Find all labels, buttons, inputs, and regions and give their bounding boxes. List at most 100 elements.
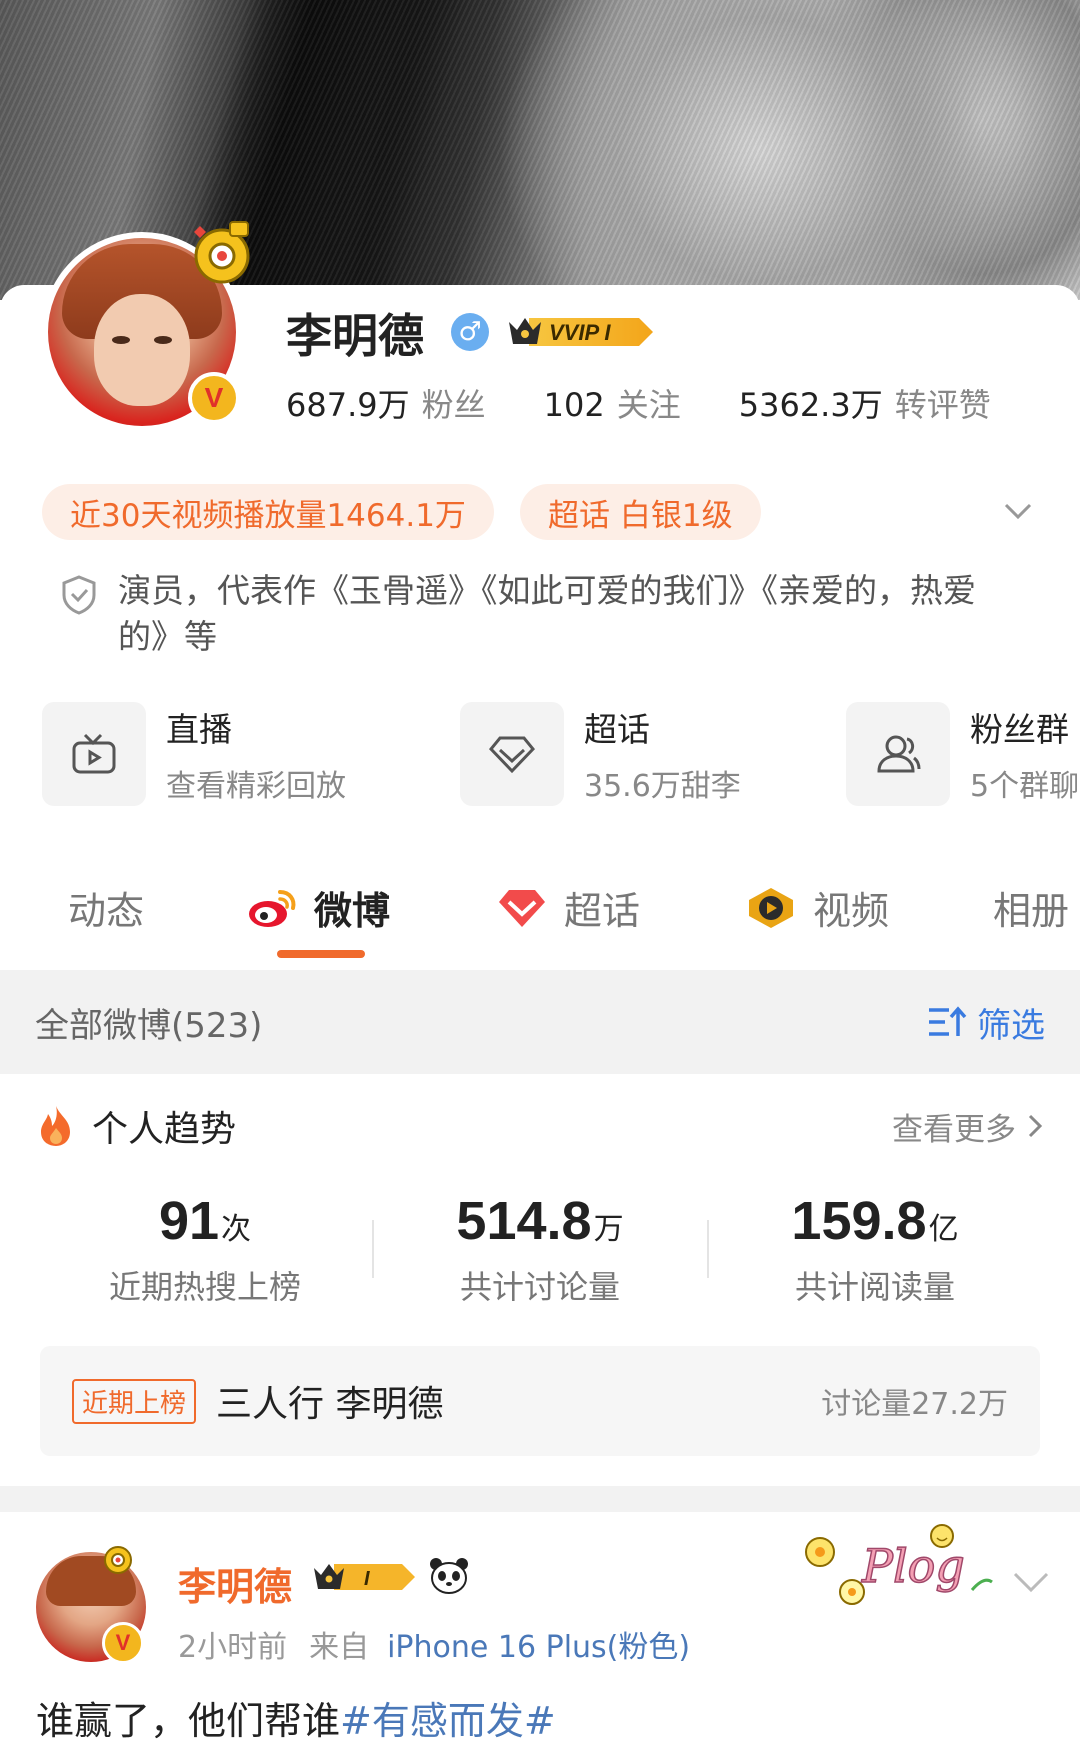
trend-stats: 91次 近期热搜上榜 514.8万 共计讨论量 159.8亿 共计阅读量 [0,1190,1080,1320]
chevron-right-icon [1028,1114,1043,1138]
stat-value: 5362.3万 [738,386,883,424]
trend-stat-label: 近期热搜上榜 [108,1268,301,1306]
topic-level-tag[interactable]: 超话 白银1级 [520,484,761,540]
active-tab-indicator [277,950,365,958]
shortcut-title: 粉丝群 [970,710,1069,749]
vvip-badge-icon[interactable]: VVIP I [507,312,657,352]
filter-label: 筛选 [977,1005,1045,1046]
trend-title: 个人趋势 [36,1100,236,1152]
vip-badge-icon[interactable]: I [312,1558,420,1596]
stat-likes[interactable]: 5362.3万 转评赞 [739,380,991,426]
stat-unit: 万 [593,1213,624,1246]
trend-stat-hot-search[interactable]: 91次 近期热搜上榜 [55,1190,355,1308]
divider [372,1220,374,1278]
profile-tabs: 动态 微博 超话 视频 相册 [0,870,1080,970]
stat-value: 687.9万 [286,386,410,424]
hot-discussion-count: 讨论量27.2万 [821,1387,1008,1422]
shortcut-super-topic[interactable]: 超话 35.6万甜李 [460,702,741,806]
shortcut-icon-box [42,702,146,806]
trend-stat-value: 159.8亿 [725,1190,1025,1252]
profile-bio: 演员，代表作《玉骨遥》《如此可爱的我们》《亲爱的，热爱的》等 [118,571,976,656]
post-meta: 2小时前 来自 iPhone 16 Plus(粉色) [178,1622,690,1666]
shortcut-text: 超话 35.6万甜李 [584,703,741,805]
shortcut-subtitle: 5个群聊 [970,769,1080,804]
avatar-eye [112,336,130,344]
trend-header: 个人趋势 查看更多 [36,1100,1046,1152]
shortcut-text: 粉丝群 5个群聊 [970,703,1079,805]
people-icon [877,735,921,773]
diamond-icon [499,889,545,927]
post-topic-link[interactable]: #有感而发# [340,1699,556,1743]
tab-album[interactable]: 相册 [993,880,1069,935]
stat-label: 粉丝 [421,386,486,424]
tab-label: 超话 [564,889,641,933]
trend-more-label: 查看更多 [892,1111,1016,1148]
tab-label: 相册 [993,889,1070,933]
stat-fans[interactable]: 687.9万 粉丝 [286,380,486,426]
divider [707,1220,709,1278]
post-device[interactable]: iPhone 16 Plus(粉色) [387,1630,690,1665]
shortcut-title: 直播 [166,710,232,749]
fire-icon [41,1106,70,1146]
male-icon: ♂ [451,313,489,351]
hot-topic: 三人行 李明德 [216,1384,444,1425]
trend-more-link[interactable]: 查看更多 [892,1104,1046,1149]
chevron-down-icon[interactable] [1012,1566,1050,1596]
tab-label: 视频 [813,889,890,933]
vip-label: I [364,1568,370,1590]
trend-stat-label: 共计阅读量 [794,1268,955,1306]
shield-icon [62,575,96,615]
tab-label: 动态 [68,889,145,933]
video-icon [749,887,793,928]
filter-button[interactable]: 筛选 [927,998,1045,1047]
stat-following[interactable]: 102 关注 [544,380,681,426]
stat-number: 91 [158,1191,220,1251]
post-source-prefix: 来自 [309,1630,370,1665]
trend-title-text: 个人趋势 [92,1109,237,1150]
weibo-icon [249,889,296,927]
stat-number: 159.8 [791,1191,927,1251]
tab-dynamic[interactable]: 动态 [68,880,144,935]
tab-label: 微博 [314,889,391,933]
plog-sticker-text: Plog [861,1539,965,1593]
chevron-down-icon[interactable] [1003,496,1033,526]
stat-value: 102 [543,386,605,424]
trend-stat-value: 514.8万 [390,1190,690,1252]
avatar-eye [154,336,172,344]
tab-video[interactable]: 视频 [745,880,889,935]
stat-unit: 次 [221,1213,252,1246]
shortcut-title: 超话 [584,710,650,749]
shortcut-icon-box [846,702,950,806]
stat-number: 514.8 [456,1191,592,1251]
shortcut-subtitle: 查看精彩回放 [166,769,346,804]
tab-super-topic[interactable]: 超话 [496,880,640,935]
video-views-tag[interactable]: 近30天视频播放量1464.1万 [42,484,494,540]
stat-label: 转评赞 [894,386,991,424]
post-content[interactable]: 谁赢了，他们帮谁#有感而发# [36,1690,556,1745]
camera-pendant-icon [104,1546,132,1574]
filter-icon [929,1006,967,1036]
panda-icon [430,1558,468,1594]
shortcut-live[interactable]: 直播 查看精彩回放 [42,702,346,806]
tv-icon [72,733,116,774]
post-time: 2小时前 [178,1630,288,1665]
trend-stat-label: 共计讨论量 [459,1268,620,1306]
shortcut-text: 直播 查看精彩回放 [166,703,346,805]
vvip-label: VVIP I [549,320,611,345]
profile-avatar[interactable]: V [42,221,250,432]
weibo-count: 全部微博(523) [35,1005,263,1046]
stat-unit: 亿 [928,1213,959,1246]
post-author[interactable]: 李明德 [178,1556,292,1611]
weibo-filter-bar: 全部微博(523) 筛选 [0,970,1080,1074]
trend-stat-reads[interactable]: 159.8亿 共计阅读量 [725,1190,1025,1308]
shortcut-icon-box [460,702,564,806]
tab-weibo[interactable]: 微博 [246,880,390,935]
section-divider [0,1486,1080,1512]
diamond-icon [488,736,536,774]
trend-stat-value: 91次 [55,1190,355,1252]
hot-search-row[interactable]: 近期上榜 三人行 李明德 讨论量27.2万 [40,1346,1040,1456]
profile-stats: 687.9万 粉丝 102 关注 5362.3万 转评赞 [286,380,1049,426]
shortcut-fan-groups[interactable]: 粉丝群 5个群聊 [846,702,1079,806]
trend-stat-discussion[interactable]: 514.8万 共计讨论量 [390,1190,690,1308]
stat-label: 关注 [616,386,681,424]
